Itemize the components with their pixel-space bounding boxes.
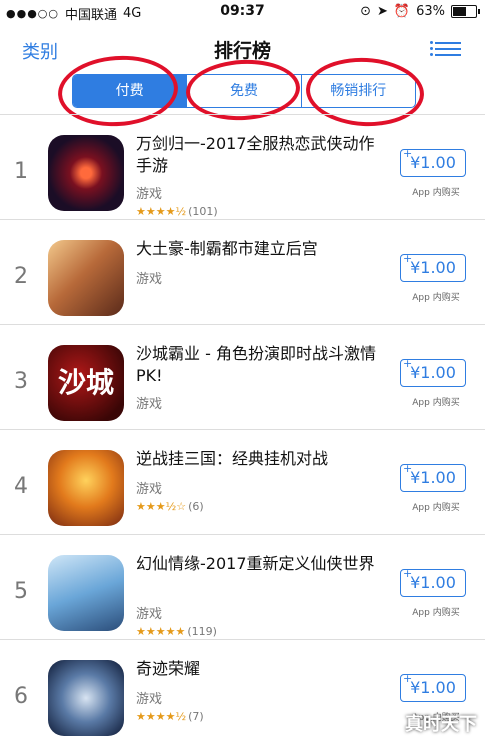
app-name[interactable]: 逆战挂三国：经典挂机对战 [136,448,384,470]
list-item[interactable]: 5 幻仙情缘-2017重新定义仙侠世界 游戏 ★★★★★ (119) + ¥1.00… [0,535,485,640]
app-name[interactable]: 万剑归一-2017全服热恋武侠动作手游 [136,133,384,177]
location-icon: ➤ [377,4,388,19]
price-button[interactable]: + ¥1.00 [400,462,466,492]
app-icon[interactable] [48,555,124,631]
app-name[interactable]: 奇迹荣耀 [136,658,384,680]
rank-number: 1 [14,159,28,184]
rank-number: 5 [14,579,28,604]
app-name[interactable]: 沙城霸业 - 角色扮演即时战斗激情PK! [136,343,384,387]
list-icon[interactable] [430,38,461,60]
in-app-purchase-label: App 内购买 [412,503,460,513]
plus-icon: + [403,672,413,685]
plus-icon: + [403,252,413,265]
star-rating: ★★★★½ (101) [136,205,218,218]
app-category: 游戏 [136,607,163,622]
price-button[interactable]: + ¥1.00 [400,147,466,177]
rotation-lock-icon: ⊙ [360,4,371,19]
price-button[interactable]: + ¥1.00 [400,252,466,282]
rank-number: 4 [14,474,28,499]
app-icon[interactable] [48,660,124,736]
plus-icon: + [403,567,413,580]
app-list: 1 万剑归一-2017全服热恋武侠动作手游 游戏 ★★★★½ (101) + ¥1.… [0,114,485,744]
app-icon[interactable]: 沙城 [48,345,124,421]
watermark: 真时天下 [405,714,477,735]
price-button[interactable]: + ¥1.00 [400,357,466,387]
alarm-icon: ⏰ [393,4,411,19]
in-app-purchase-label: App 内购买 [412,608,460,618]
plus-icon: + [403,147,413,160]
list-item[interactable]: 1 万剑归一-2017全服热恋武侠动作手游 游戏 ★★★★½ (101) + ¥1.… [0,115,485,220]
app-category: 游戏 [136,692,163,707]
rank-number: 2 [14,264,28,289]
battery-percent: 63% [416,4,445,19]
list-item[interactable]: 2 大土豪-制霸都市建立后宫 游戏 + ¥1.00 App 内购买 [0,220,485,325]
star-rating: ★★★★½ (7) [136,710,204,723]
app-icon[interactable] [48,450,124,526]
battery-icon [451,5,480,18]
in-app-purchase-label: App 内购买 [412,188,460,198]
tab-paid[interactable]: 付费 [73,75,187,107]
in-app-purchase-label: App 内购买 [412,293,460,303]
plus-icon: + [403,462,413,475]
app-category: 游戏 [136,272,163,287]
star-rating: ★★★★★ (119) [136,625,217,638]
app-icon[interactable] [48,135,124,211]
app-category: 游戏 [136,187,163,202]
price-button[interactable]: + ¥1.00 [400,672,466,702]
in-app-purchase-label: App 内购买 [412,398,460,408]
list-item[interactable]: 3 沙城 沙城霸业 - 角色扮演即时战斗激情PK! 游戏 + ¥1.00 App … [0,325,485,430]
status-bar: ●●●○○ 中国联通 4G 09:37 ⊙ ➤ ⏰ 63% [0,0,485,24]
price-button[interactable]: + ¥1.00 [400,567,466,597]
app-category: 游戏 [136,482,163,497]
star-rating: ★★★½☆ (6) [136,500,204,513]
tab-free[interactable]: 免费 [186,75,300,107]
nav-bar: 类别 排行榜 [0,28,485,68]
rank-number: 3 [14,369,28,394]
app-category: 游戏 [136,397,163,412]
app-name[interactable]: 幻仙情缘-2017重新定义仙侠世界 [136,553,384,575]
plus-icon: + [403,357,413,370]
page-title: 排行榜 [213,40,271,62]
app-name[interactable]: 大土豪-制霸都市建立后宫 [136,238,384,260]
list-item[interactable]: 4 逆战挂三国：经典挂机对战 游戏 ★★★½☆ (6) + ¥1.00 App 内购… [0,430,485,535]
app-icon[interactable] [48,240,124,316]
tab-top-grossing[interactable]: 畅销排行 [300,75,415,107]
ranking-segment: 付费 免费 畅销排行 [72,74,416,108]
rank-number: 6 [14,684,28,709]
